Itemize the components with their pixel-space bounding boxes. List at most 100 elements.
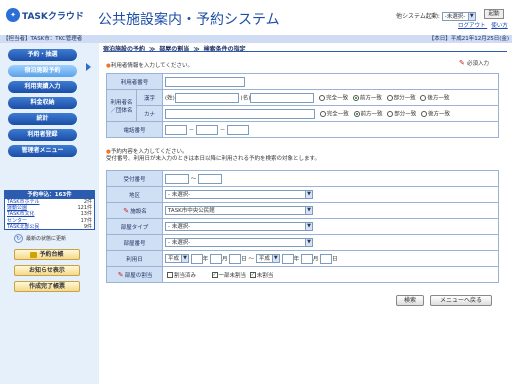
nav-usage-input[interactable]: 利用実績入力	[8, 81, 77, 93]
assign-label-cell: ✎部屋の割当	[106, 266, 163, 283]
list-item[interactable]: TASK北部公民 9件	[5, 224, 94, 230]
area-select-value: - 未選択-	[168, 192, 191, 198]
user-name-label-2: ／団体名	[110, 107, 133, 114]
kanji-match-suffix-radio[interactable]	[420, 94, 427, 101]
from-era-select[interactable]: 平成 ▼	[165, 254, 189, 263]
match-option: 後方一致	[427, 95, 450, 101]
logo-text: TASKクラウド	[22, 11, 84, 22]
phone-label: 電話番号	[106, 121, 163, 138]
kanji-match-partial-radio[interactable]	[386, 94, 393, 101]
facility-cell: TASK市中央公民館 ▼	[162, 202, 499, 219]
to-year-input[interactable]	[281, 253, 294, 264]
search-button[interactable]: 検索	[396, 295, 424, 306]
logo: ✦ TASKクラウド	[6, 8, 84, 22]
kana-match-prefix-radio[interactable]	[353, 110, 360, 117]
phone-cell: － －	[162, 121, 499, 138]
kanji-label: 漢字	[136, 89, 163, 106]
partially-unassigned-checkbox[interactable]: ✓	[211, 272, 218, 278]
reservation-ledger-button[interactable]: 予約台帳	[14, 249, 80, 260]
area-select[interactable]: - 未選択- ▼	[165, 190, 313, 199]
room-type-select[interactable]: - 未選択- ▼	[165, 222, 313, 231]
area-label: 地区	[106, 186, 163, 203]
kana-label: カナ	[136, 105, 163, 122]
nav-fee-collection[interactable]: 料金収納	[8, 97, 77, 109]
reservation-note-text: 予約内容を入力してください。	[110, 149, 188, 155]
apply-count: 9件	[83, 223, 92, 230]
help-link[interactable]: 使い方	[491, 23, 508, 29]
assign-label: 部屋の割当	[124, 272, 153, 279]
chevron-down-icon: ▼	[271, 255, 279, 262]
to-day-input[interactable]	[320, 253, 333, 264]
kanji-match-prefix-radio[interactable]	[352, 94, 359, 101]
reservation-form: 受付番号 ～ 地区 - 未選択- ▼ ✎施設名 TASK市中央公民館 ▼ 部屋タイプ…	[106, 170, 499, 283]
completed-forms-button[interactable]: 作成完了帳票	[14, 281, 80, 292]
required-legend: ✎ 必須入力	[459, 59, 489, 68]
user-name-label-1: 利用者名	[110, 99, 133, 106]
phone-area-input[interactable]	[165, 124, 187, 135]
nav-statistics[interactable]: 統計	[8, 113, 77, 125]
facility-select[interactable]: TASK市中央公民館 ▼	[165, 206, 313, 215]
kanji-mei-input[interactable]	[250, 92, 315, 103]
match-option: 後方一致	[428, 111, 451, 117]
operator-info: 【担当者】TASK市：TKC管理者	[3, 36, 83, 42]
nav-lodging-reservation[interactable]: 宿泊施設予約	[8, 65, 77, 77]
room-no-cell: - 未選択- ▼	[162, 234, 499, 251]
kanji-match-exact-radio[interactable]	[319, 94, 326, 101]
required-pencil-icon: ✎	[459, 59, 465, 67]
receipt-to-input[interactable]	[198, 173, 223, 184]
year-label: 年	[202, 256, 209, 262]
user-no-cell	[162, 73, 499, 90]
from-month-input[interactable]	[210, 253, 223, 264]
kana-match-exact-radio[interactable]	[319, 110, 326, 117]
apply-title: 予約申込：163件	[5, 191, 94, 199]
apply-box: 予約申込：163件 TASK市ホテル 2件 運動公園 121件 TASK市文化 13件…	[4, 190, 95, 230]
match-option: 部分一致	[393, 95, 416, 101]
kana-input[interactable]	[165, 108, 315, 119]
from-day-input[interactable]	[229, 253, 242, 264]
receipt-label: 受付番号	[106, 170, 163, 187]
sei-label: (姓)	[165, 95, 175, 101]
assign-option-label: 未割当	[256, 272, 274, 279]
start-button[interactable]: 起動	[484, 9, 504, 19]
to-month-input[interactable]	[300, 253, 313, 264]
refresh-link[interactable]: ↻ 最新の状態に更新	[14, 234, 66, 243]
logout-link[interactable]: ログアウト	[458, 23, 486, 29]
month-label: 月	[222, 256, 228, 262]
to-era-select[interactable]: 平成 ▼	[255, 254, 280, 263]
user-section-note: ●利用者情報を入力してください。	[106, 61, 193, 69]
notice-button[interactable]: お知らせ表示	[14, 265, 80, 276]
nav-reserve-lottery[interactable]: 予約・抽選	[8, 49, 77, 61]
match-option: 前方一致	[359, 95, 382, 101]
refresh-label: 最新の状態に更新	[26, 236, 67, 242]
date-tilde: ～	[248, 256, 255, 262]
apply-facility-link[interactable]: TASK北部公民	[7, 224, 40, 230]
match-option: 部分一致	[394, 111, 417, 117]
room-no-select[interactable]: - 未選択- ▼	[165, 238, 313, 247]
kana-match-suffix-radio[interactable]	[421, 110, 428, 117]
back-to-menu-button[interactable]: メニューへ戻る	[430, 295, 492, 306]
kanji-sei-input[interactable]	[174, 92, 239, 103]
system-select-value: -未選択-	[444, 14, 466, 20]
receipt-tilde: ～	[190, 176, 197, 182]
nav-user-registration[interactable]: 利用者登録	[8, 129, 77, 141]
user-form: 利用者番号 利用者名 ／団体名 漢字 (姓) (名) 完全一致 前方一致 部分一致…	[106, 73, 499, 138]
mei-label: (名)	[240, 95, 251, 101]
use-date-label: 利用日	[106, 250, 163, 267]
book-icon	[30, 251, 38, 258]
assigned-checkbox[interactable]	[167, 272, 173, 278]
top-links: ログアウト 使い方	[454, 21, 508, 29]
phone-dash: －	[188, 127, 195, 133]
kana-match-partial-radio[interactable]	[387, 110, 394, 117]
user-name-label: 利用者名 ／団体名	[106, 89, 137, 122]
system-select[interactable]: -未選択- ▼	[441, 12, 476, 21]
kanji-cell: (姓) (名) 完全一致 前方一致 部分一致 後方一致	[162, 89, 499, 106]
phone-local-input[interactable]	[196, 124, 219, 135]
receipt-from-input[interactable]	[165, 173, 189, 184]
day-label: 日	[241, 256, 247, 262]
phone-number-input[interactable]	[227, 124, 250, 135]
unassigned-checkbox[interactable]: ✓	[249, 272, 256, 278]
user-no-input[interactable]	[165, 76, 245, 87]
nav-admin-menu[interactable]: 管理者メニュー	[8, 145, 77, 157]
room-no-label: 部屋番号	[106, 234, 163, 251]
from-year-input[interactable]	[190, 253, 203, 264]
